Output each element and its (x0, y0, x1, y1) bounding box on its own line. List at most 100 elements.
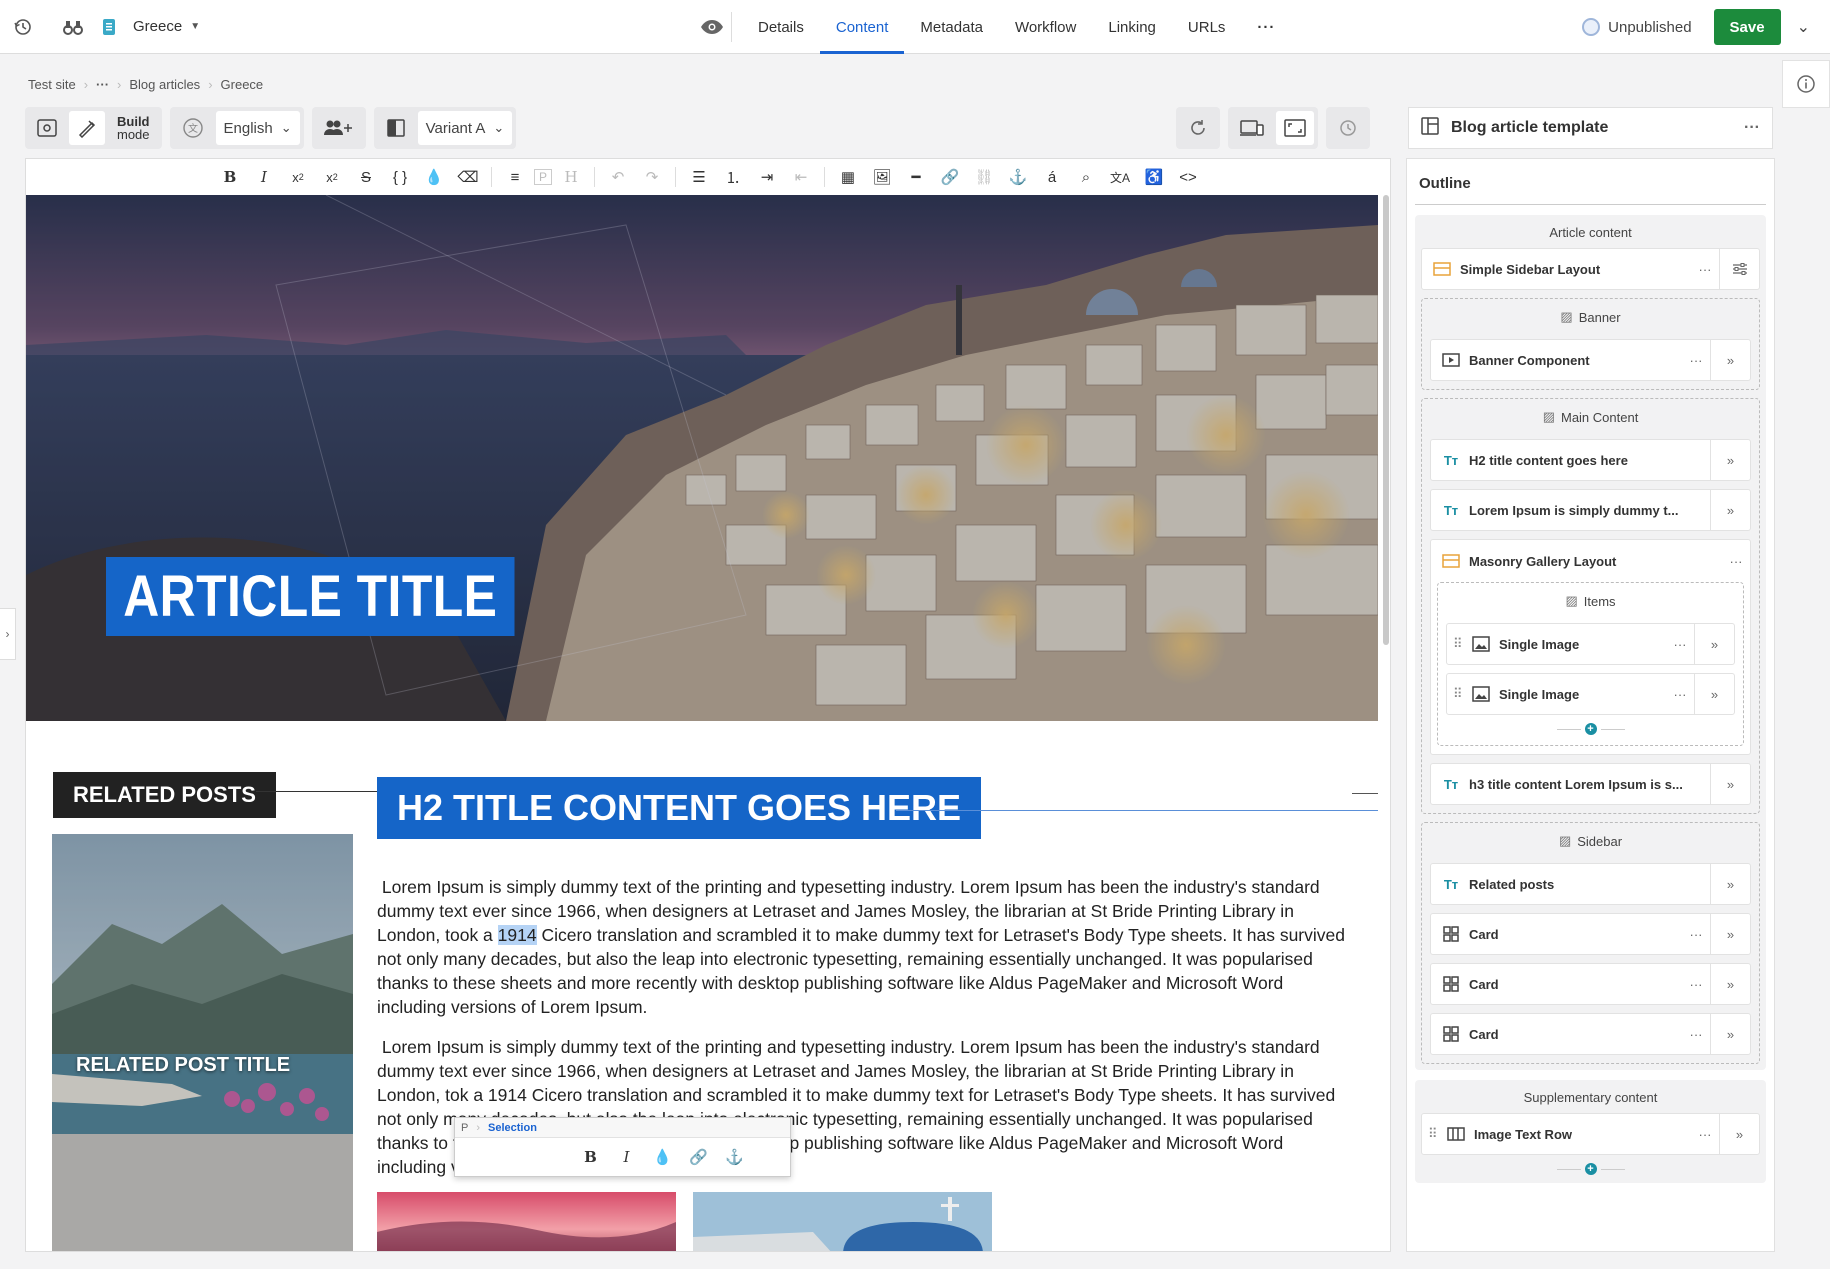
item-selector[interactable]: Greece ▼ (133, 18, 200, 35)
breadcrumb-item[interactable]: Greece (221, 77, 264, 92)
more-icon[interactable]: ··· (1682, 1027, 1710, 1042)
variant-select[interactable]: Variant A ⌄ (417, 111, 513, 145)
tab-linking[interactable]: Linking (1092, 0, 1172, 54)
special-char-icon[interactable]: á (1037, 163, 1067, 191)
clear-format-icon[interactable]: ⌫ (453, 163, 483, 191)
expand-icon[interactable]: » (1719, 1113, 1759, 1155)
bold-icon[interactable]: B (576, 1143, 606, 1171)
strikethrough-icon[interactable]: S (351, 163, 381, 191)
outline-item-image[interactable]: ⠿ Single Image ··· » (1446, 673, 1735, 715)
outline-item-image-text-row[interactable]: ⠿ Image Text Row ··· » (1421, 1113, 1760, 1155)
element-tag[interactable]: P (461, 1122, 468, 1134)
more-tabs-icon[interactable]: ··· (1241, 0, 1291, 54)
color-drop-icon[interactable]: 💧 (419, 163, 449, 191)
version-history-icon[interactable] (1330, 111, 1366, 145)
language-select[interactable]: English ⌄ (215, 111, 300, 145)
outline-item-card[interactable]: Card ··· » (1430, 963, 1751, 1005)
h2-title[interactable]: H2 TITLE CONTENT GOES HERE (377, 777, 982, 839)
related-posts-heading[interactable]: RELATED POSTS (53, 772, 276, 818)
expand-icon[interactable]: » (1710, 1013, 1750, 1055)
bullet-list-icon[interactable]: ☰ (684, 163, 714, 191)
publish-status[interactable]: Unpublished (1582, 18, 1692, 36)
accessibility-icon[interactable]: ♿ (1139, 163, 1169, 191)
expand-icon[interactable]: » (1694, 623, 1734, 665)
article-title[interactable]: ARTICLE TITLE (106, 557, 515, 636)
outline-item-h2[interactable]: Tт H2 title content goes here » (1430, 439, 1751, 481)
more-icon[interactable]: ··· (1722, 554, 1750, 569)
breadcrumb-more-icon[interactable]: ··· (96, 77, 109, 92)
tab-workflow[interactable]: Workflow (999, 0, 1092, 54)
variant-icon[interactable] (378, 111, 414, 145)
drag-handle-icon[interactable]: ⠿ (1453, 636, 1467, 652)
device-icon[interactable] (1232, 111, 1272, 145)
anchor-icon[interactable]: ⚓ (720, 1143, 750, 1171)
expand-icon[interactable]: » (1710, 963, 1750, 1005)
more-icon[interactable]: ··· (1744, 119, 1760, 137)
history-icon[interactable] (5, 9, 41, 45)
translate-icon[interactable]: 文 (174, 111, 212, 145)
outline-item-layout[interactable]: Simple Sidebar Layout ··· (1421, 248, 1760, 290)
outline-item-gallery[interactable]: Masonry Gallery Layout ··· ▨ Items ⠿ Sing… (1430, 539, 1751, 755)
outdent-icon[interactable]: ⇤ (786, 163, 816, 191)
preview-mode-icon[interactable] (29, 111, 65, 145)
more-icon[interactable]: ··· (1666, 687, 1694, 702)
italic-icon[interactable]: I (612, 1143, 642, 1171)
refresh-icon[interactable] (1180, 111, 1216, 145)
undo-icon[interactable]: ↶ (603, 163, 633, 191)
settings-sliders-icon[interactable] (1719, 248, 1759, 290)
code-braces-icon[interactable]: { } (385, 163, 415, 191)
expand-icon[interactable]: » (1710, 763, 1750, 805)
related-post-title[interactable]: RELATED POST TITLE (76, 1054, 290, 1077)
outline-item-card[interactable]: Card ··· » (1430, 913, 1751, 955)
info-icon[interactable] (1782, 60, 1830, 108)
gallery-image[interactable] (377, 1192, 676, 1251)
breadcrumb-item[interactable]: Test site (28, 77, 76, 92)
horizontal-rule-icon[interactable]: ━ (901, 163, 931, 191)
unlink-icon[interactable]: ⛓ (969, 163, 999, 191)
scrollbar-thumb[interactable] (1383, 195, 1389, 645)
gallery-image[interactable] (693, 1192, 992, 1251)
superscript-icon[interactable]: x2 (317, 163, 347, 191)
subscript-icon[interactable]: x2 (283, 163, 313, 191)
translate-icon[interactable]: 文A (1105, 163, 1135, 191)
expand-icon[interactable]: » (1710, 913, 1750, 955)
more-icon[interactable]: ··· (1682, 977, 1710, 992)
more-icon[interactable]: ··· (1691, 262, 1719, 277)
source-code-icon[interactable]: <> (1173, 163, 1203, 191)
image-icon[interactable]: 🖼 (867, 163, 897, 191)
tab-urls[interactable]: URLs (1172, 0, 1242, 54)
paragraph-1[interactable]: Lorem Ipsum is simply dummy text of the … (377, 875, 1352, 1019)
expand-left-panel-icon[interactable]: › (0, 608, 16, 660)
paragraph-icon[interactable]: P (534, 169, 552, 185)
heading-icon[interactable]: H (556, 163, 586, 191)
related-post-card[interactable]: RELATED POST TITLE (52, 834, 353, 1251)
tab-metadata[interactable]: Metadata (904, 0, 999, 54)
more-icon[interactable]: ··· (1666, 637, 1694, 652)
preview-eye-icon[interactable] (692, 12, 732, 42)
outline-item-related[interactable]: Tт Related posts » (1430, 863, 1751, 905)
redo-icon[interactable]: ↷ (637, 163, 667, 191)
fullscreen-icon[interactable] (1276, 111, 1314, 145)
drag-handle-icon[interactable]: ⠿ (1428, 1126, 1442, 1142)
add-component-button[interactable]: + (1446, 723, 1735, 735)
save-button[interactable]: Save (1713, 9, 1781, 45)
more-icon[interactable]: ··· (1682, 353, 1710, 368)
canvas-scrollbar[interactable] (1382, 195, 1390, 1251)
expand-icon[interactable]: » (1694, 673, 1734, 715)
link-icon[interactable]: 🔗 (684, 1143, 714, 1171)
anchor-icon[interactable]: ⚓ (1003, 163, 1033, 191)
tab-content[interactable]: Content (819, 0, 905, 54)
outline-item-paragraph[interactable]: Tт Lorem Ipsum is simply dummy t... » (1430, 489, 1751, 531)
bold-icon[interactable]: B (215, 163, 245, 191)
breadcrumb-item[interactable]: Blog articles (129, 77, 200, 92)
binoculars-icon[interactable] (55, 9, 91, 45)
link-icon[interactable]: 🔗 (935, 163, 965, 191)
expand-icon[interactable]: » (1710, 863, 1750, 905)
expand-icon[interactable]: » (1710, 439, 1750, 481)
numbered-list-icon[interactable]: ⒈ (718, 163, 748, 191)
color-drop-icon[interactable]: 💧 (648, 1143, 678, 1171)
outline-item-h3[interactable]: Tт h3 title content Lorem Ipsum is s... … (1430, 763, 1751, 805)
outline-item-image[interactable]: ⠿ Single Image ··· » (1446, 623, 1735, 665)
chevron-down-icon[interactable]: ⌄ (1791, 17, 1816, 37)
expand-icon[interactable]: » (1710, 489, 1750, 531)
